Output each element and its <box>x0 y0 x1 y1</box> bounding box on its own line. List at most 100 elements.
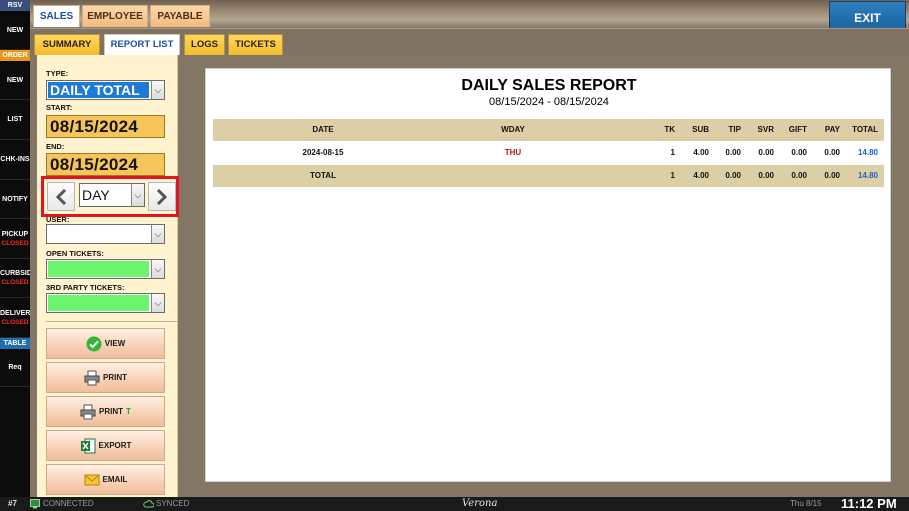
total-tip: 0.00 <box>725 171 741 180</box>
row-tip: 0.00 <box>725 148 741 157</box>
top-tab-strip: SALES EMPLOYEE PAYABLE <box>30 0 909 28</box>
curbside-status: CLOSED <box>1 279 29 286</box>
email-button[interactable]: EMAIL <box>46 464 165 495</box>
next-period-button[interactable] <box>148 182 176 211</box>
chevron-right-icon <box>156 189 168 205</box>
sidebar-curbside[interactable]: CURBSID CLOSED <box>0 259 32 298</box>
chevron-down-icon: ⌵ <box>151 225 164 243</box>
print-button[interactable]: PRINT <box>46 362 165 393</box>
col-tk: TK <box>664 125 675 134</box>
tab-employee[interactable]: EMPLOYEE <box>82 5 148 27</box>
view-label: VIEW <box>104 339 126 348</box>
open-tickets-label: OPEN TICKETS: <box>46 249 104 258</box>
filter-panel: TYPE: DAILY TOTAL ⌵ START: 08/15/2024 EN… <box>37 55 178 497</box>
sidebar-new-order[interactable]: NEW <box>0 61 30 100</box>
third-party-label: 3RD PARTY TICKETS: <box>46 283 125 292</box>
checkmark-icon <box>86 336 102 352</box>
envelope-icon <box>84 472 100 488</box>
col-total: TOTAL <box>852 125 878 134</box>
open-tickets-select[interactable]: ⌵ <box>46 259 165 279</box>
col-svr: SVR <box>757 125 774 134</box>
total-svr: 0.00 <box>758 171 774 180</box>
row-total: 14.80 <box>857 148 878 157</box>
sidebar-label: NEW <box>6 26 24 34</box>
type-label: TYPE: <box>46 69 69 78</box>
sidebar-pickup[interactable]: PICKUP CLOSED <box>0 219 30 259</box>
printer-icon <box>84 370 100 386</box>
start-label: START: <box>46 103 73 112</box>
table-total-row: TOTAL 1 4.00 0.00 0.00 0.00 0.00 14.80 <box>213 165 884 187</box>
user-select[interactable]: ⌵ <box>46 224 165 244</box>
total-gift: 0.00 <box>791 171 807 180</box>
period-navigator: DAY ⌵ <box>41 176 179 217</box>
chevron-down-icon: ⌵ <box>151 260 164 278</box>
row-svr: 0.00 <box>758 148 774 157</box>
col-date: DATE <box>312 125 334 134</box>
table-row[interactable]: 2024-08-15 THU 1 4.00 0.00 0.00 0.00 0.0… <box>213 142 884 164</box>
sidebar-label: NEW <box>6 76 24 84</box>
third-party-select[interactable]: ⌵ <box>46 293 165 313</box>
view-button[interactable]: VIEW <box>46 328 165 359</box>
tab-tickets[interactable]: TICKETS <box>228 34 283 55</box>
tab-summary[interactable]: SUMMARY <box>34 34 100 55</box>
sub-tab-strip: SUMMARY REPORT LIST LOGS TICKETS <box>30 28 909 55</box>
status-bar: #7 CONNECTED SYNCED Verona Thu 8/15 11:1… <box>0 497 909 511</box>
sidebar-label: CURBSID <box>0 270 32 277</box>
sidebar-new-reservation[interactable]: NEW <box>0 11 30 50</box>
email-label: EMAIL <box>102 475 128 484</box>
end-date-field[interactable]: 08/15/2024 <box>46 153 165 176</box>
row-pay: 0.00 <box>824 148 840 157</box>
sync-status: SYNCED <box>156 499 190 508</box>
print-t-suffix: T <box>126 407 131 416</box>
sidebar-check-ins[interactable]: CHK-INS <box>0 140 30 180</box>
print-label: PRINT <box>103 373 127 382</box>
chevron-down-icon: ⌵ <box>151 81 164 99</box>
start-date-field[interactable]: 08/15/2024 <box>46 115 165 138</box>
tab-payable[interactable]: PAYABLE <box>150 5 210 27</box>
sidebar-list[interactable]: LIST <box>0 100 30 140</box>
open-tickets-value <box>48 261 149 277</box>
chevron-down-icon: ⌵ <box>151 294 164 312</box>
cloud-icon <box>143 499 155 509</box>
col-sub: SUB <box>692 125 709 134</box>
chevron-down-icon: ⌵ <box>131 184 144 206</box>
row-tk: 1 <box>670 148 675 157</box>
row-gift: 0.00 <box>791 148 807 157</box>
total-sub: 4.00 <box>693 171 709 180</box>
row-sub: 4.00 <box>693 148 709 157</box>
report-date-range: 08/15/2024 - 08/15/2024 <box>489 96 609 108</box>
export-button[interactable]: EXPORT <box>46 430 165 461</box>
section-rsv: RSV <box>0 0 30 11</box>
status-time: 11:12 PM <box>841 496 897 511</box>
period-select[interactable]: DAY ⌵ <box>79 183 145 207</box>
sidebar-label: Req <box>8 364 22 371</box>
station-number: #7 <box>8 499 17 508</box>
period-value: DAY <box>82 187 110 203</box>
store-name: Verona <box>462 498 498 509</box>
delivery-status: CLOSED <box>1 318 29 326</box>
report-title: DAILY SALES REPORT <box>461 77 637 94</box>
type-value: DAILY TOTAL <box>48 82 149 98</box>
col-pay: PAY <box>824 125 840 134</box>
tab-report-list[interactable]: REPORT LIST <box>104 34 180 55</box>
col-tip: TIP <box>728 125 741 134</box>
total-total: 14.80 <box>857 171 878 180</box>
sidebar-label: LIST <box>7 116 23 123</box>
table-header: DATE WDAY TK SUB TIP SVR GIFT PAY TOTAL <box>213 119 884 141</box>
section-table: TABLE <box>0 338 30 349</box>
print-t-button[interactable]: PRINT T <box>46 396 165 427</box>
status-date: Thu 8/15 <box>790 499 822 508</box>
type-select[interactable]: DAILY TOTAL ⌵ <box>46 80 165 100</box>
tab-sales[interactable]: SALES <box>33 5 80 27</box>
sidebar-notify[interactable]: NOTIFY <box>0 180 30 219</box>
chevron-left-icon <box>55 189 67 205</box>
sidebar-label: NOTIFY <box>2 195 28 203</box>
sidebar-req[interactable]: Req <box>0 349 30 387</box>
col-wday: WDAY <box>501 125 525 134</box>
sidebar-delivery[interactable]: DELIVER CLOSED <box>0 298 30 338</box>
tab-logs[interactable]: LOGS <box>184 34 225 55</box>
row-date: 2024-08-15 <box>302 148 344 157</box>
previous-period-button[interactable] <box>47 182 75 211</box>
divider <box>46 321 178 322</box>
pickup-status: CLOSED <box>1 239 29 247</box>
